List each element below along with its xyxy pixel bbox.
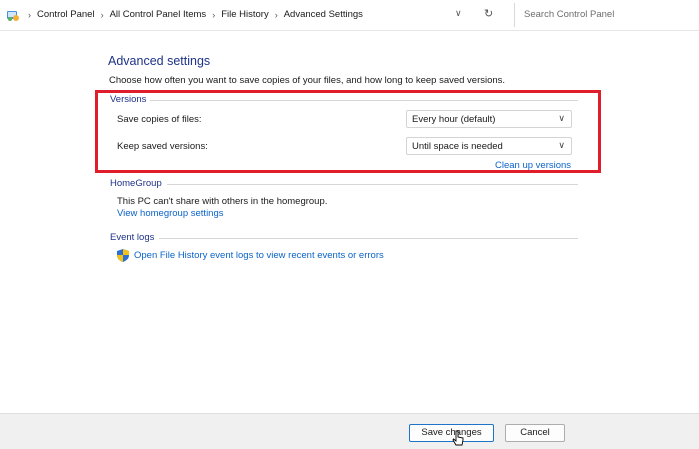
event-logs-divider (159, 238, 578, 239)
breadcrumb-all-items[interactable]: All Control Panel Items (110, 9, 207, 20)
homegroup-group-label: HomeGroup (110, 178, 162, 189)
highlight-box (95, 90, 601, 173)
control-panel-icon[interactable] (6, 8, 20, 22)
homegroup-text: This PC can't share with others in the h… (117, 196, 328, 207)
breadcrumb-file-history[interactable]: File History (221, 9, 269, 20)
chevron-right-icon[interactable]: › (101, 10, 104, 20)
homegroup-settings-link[interactable]: View homegroup settings (117, 208, 224, 219)
shield-icon (117, 249, 129, 262)
mouse-cursor-icon (452, 430, 464, 446)
search-placeholder: Search Control Panel (524, 9, 615, 20)
refresh-icon[interactable]: ↻ (484, 7, 493, 20)
page-description: Choose how often you want to save copies… (109, 75, 506, 86)
chevron-right-icon[interactable]: › (212, 10, 215, 20)
breadcrumb: › Control Panel › All Control Panel Item… (22, 9, 363, 20)
breadcrumb-advanced-settings[interactable]: Advanced Settings (284, 9, 363, 20)
search-input[interactable]: Search Control Panel (514, 3, 699, 27)
breadcrumb-control-panel[interactable]: Control Panel (37, 9, 95, 20)
chevron-down-icon[interactable]: ∨ (455, 8, 462, 19)
event-logs-link[interactable]: Open File History event logs to view rec… (134, 250, 384, 261)
address-bar: › Control Panel › All Control Panel Item… (0, 0, 699, 31)
chevron-right-icon[interactable]: › (275, 10, 278, 20)
page-title: Advanced settings (108, 54, 211, 68)
footer-bar (0, 413, 699, 449)
homegroup-divider (167, 184, 578, 185)
chevron-right-icon[interactable]: › (28, 10, 31, 20)
event-logs-group-label: Event logs (110, 232, 155, 243)
cancel-button[interactable]: Cancel (505, 424, 565, 442)
